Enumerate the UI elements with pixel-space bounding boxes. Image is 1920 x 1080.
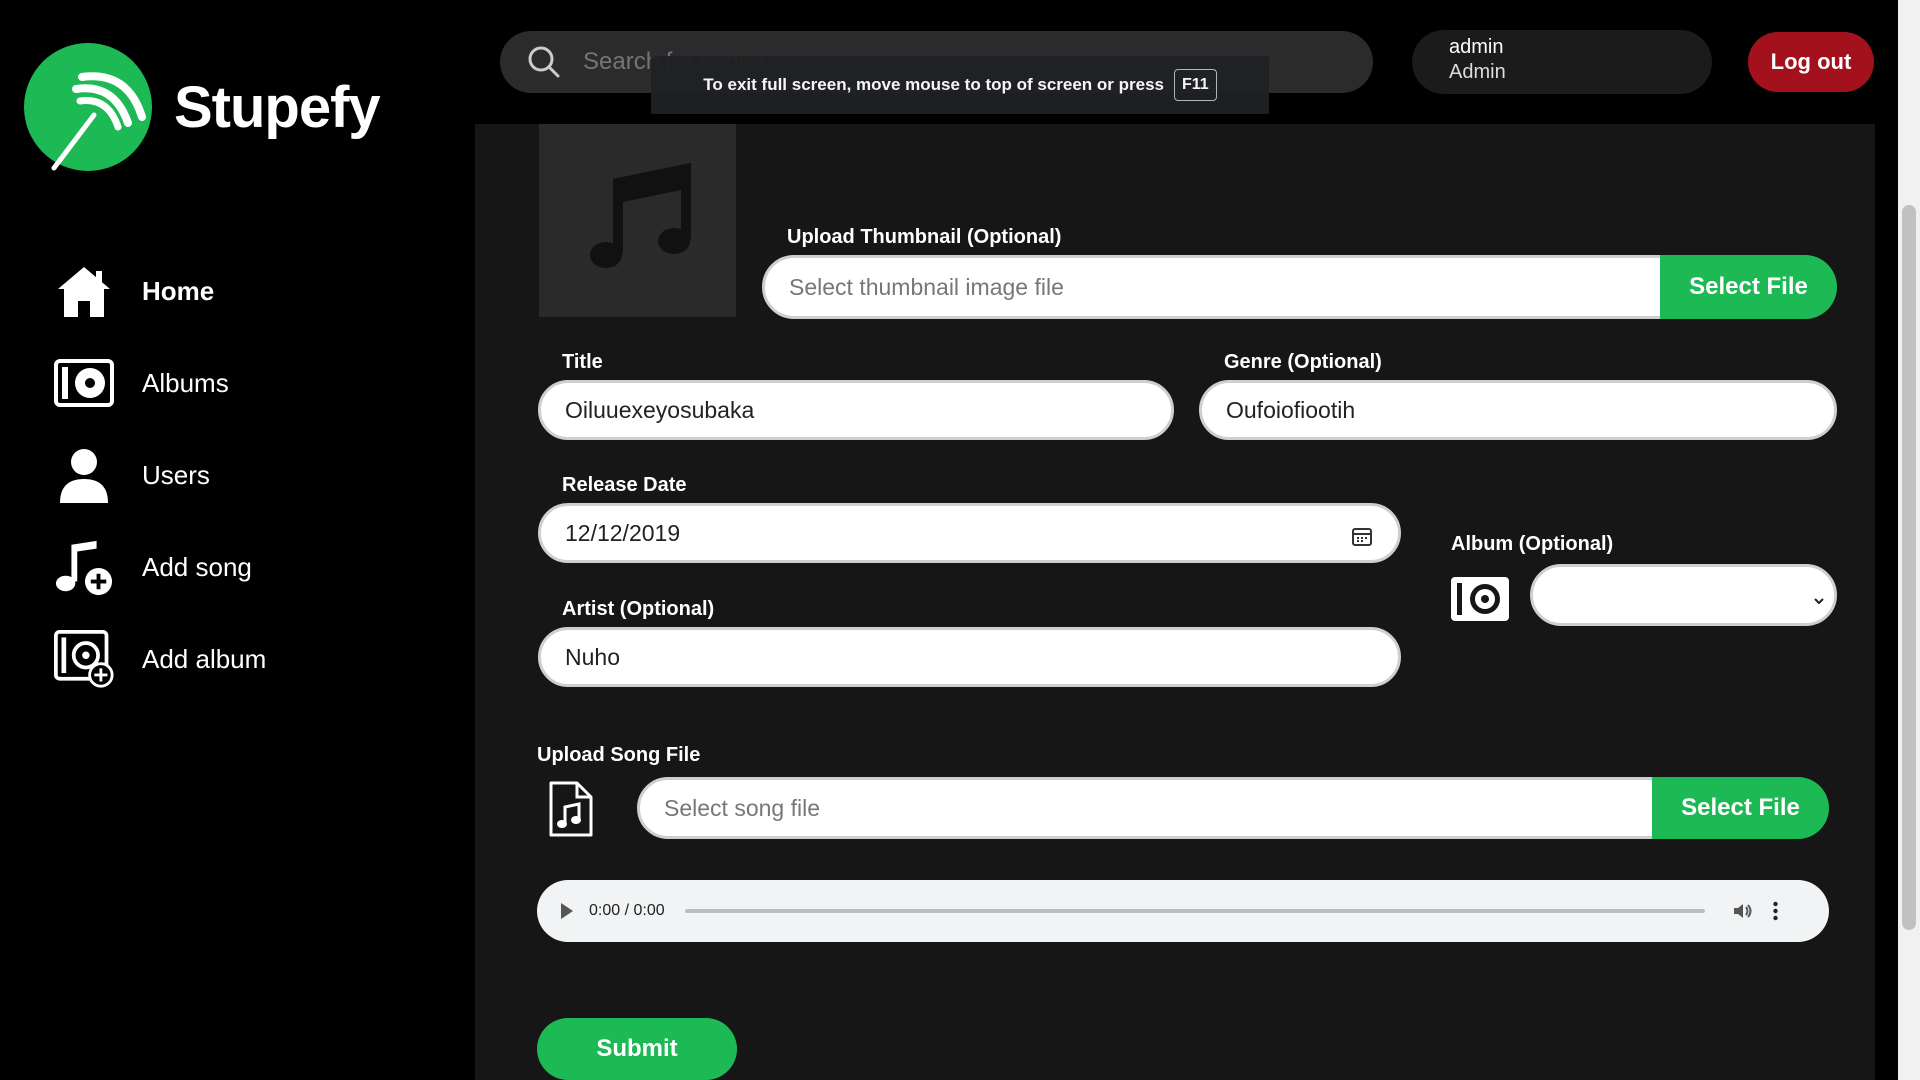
album-icon — [54, 353, 114, 413]
song-file-label: Upload Song File — [537, 744, 701, 766]
logo-icon — [24, 43, 152, 171]
home-icon — [54, 261, 114, 321]
title-input[interactable]: Oiluuexeyosubaka — [538, 380, 1174, 440]
audio-progress-bar[interactable] — [684, 909, 1705, 913]
album-select[interactable] — [1530, 564, 1837, 626]
username: admin — [1449, 36, 1504, 58]
logout-button[interactable]: Log out — [1748, 32, 1874, 92]
scrollbar-thumb[interactable] — [1902, 205, 1916, 930]
sidebar-nav: Home Albums Users Add song Add album — [54, 245, 266, 705]
sidebar-item-label: Add album — [142, 643, 267, 674]
more-options-icon[interactable] — [1772, 901, 1778, 921]
thumbnail-placeholder: Select thumbnail image file — [789, 273, 1064, 300]
sidebar-item-albums[interactable]: Albums — [54, 337, 266, 429]
submit-button[interactable]: Submit — [537, 1018, 737, 1080]
thumbnail-label: Upload Thumbnail (Optional) — [787, 226, 1062, 248]
sidebar-item-label: Home — [142, 275, 215, 306]
sidebar-item-users[interactable]: Users — [54, 429, 266, 521]
thumbnail-preview — [539, 124, 736, 317]
search-icon — [527, 45, 561, 79]
user-menu[interactable]: admin Admin — [1412, 30, 1712, 94]
sidebar-item-label: Users — [142, 459, 210, 490]
add-album-icon — [54, 629, 114, 689]
album-icon — [1449, 575, 1511, 628]
album-label: Album (Optional) — [1451, 533, 1614, 555]
release-date-input[interactable]: 12/12/2019 — [538, 503, 1401, 563]
sidebar-item-add-album[interactable]: Add album — [54, 613, 266, 705]
genre-input[interactable]: Oufoiofiootih — [1199, 380, 1837, 440]
fullscreen-notice-text: To exit full screen, move mouse to top o… — [703, 75, 1164, 94]
volume-icon[interactable] — [1733, 902, 1753, 920]
music-note-icon — [589, 162, 691, 268]
page-scrollbar[interactable] — [1898, 0, 1920, 1080]
thumbnail-file-input[interactable]: Select thumbnail image file — [762, 255, 1672, 319]
app-name: Stupefy — [174, 74, 381, 140]
song-file-input[interactable]: Select song file — [637, 777, 1655, 839]
release-date-value: 12/12/2019 — [565, 519, 681, 546]
audio-time: 0:00 / 0:00 — [589, 902, 665, 919]
sidebar-item-home[interactable]: Home — [54, 245, 266, 337]
select-thumbnail-button[interactable]: Select File — [1660, 255, 1837, 319]
artist-input[interactable]: Nuho — [538, 627, 1401, 687]
sidebar: Stupefy Home Albums Users Add song Add a… — [0, 0, 475, 1080]
user-icon — [54, 445, 114, 505]
calendar-icon[interactable] — [1352, 525, 1372, 552]
sidebar-item-label: Albums — [142, 367, 229, 398]
artist-label: Artist (Optional) — [562, 598, 715, 620]
title-value: Oiluuexeyosubaka — [565, 396, 755, 423]
song-file-placeholder: Select song file — [664, 794, 820, 821]
app-logo[interactable]: Stupefy — [24, 43, 381, 171]
genre-value: Oufoiofiootih — [1226, 396, 1356, 423]
sidebar-item-label: Add song — [142, 551, 252, 582]
audio-file-icon — [547, 781, 593, 842]
play-icon[interactable] — [561, 903, 573, 919]
release-date-label: Release Date — [562, 474, 687, 496]
select-song-file-button[interactable]: Select File — [1652, 777, 1829, 839]
fullscreen-key-badge: F11 — [1174, 69, 1217, 101]
user-role: Admin — [1449, 61, 1506, 83]
add-song-icon — [54, 537, 114, 597]
artist-value: Nuho — [565, 643, 620, 670]
chevron-down-icon — [1812, 587, 1826, 614]
audio-player: 0:00 / 0:00 — [537, 880, 1829, 942]
title-label: Title — [562, 351, 603, 373]
fullscreen-notice: To exit full screen, move mouse to top o… — [651, 56, 1269, 114]
add-song-form: Upload Thumbnail (Optional) Select thumb… — [475, 124, 1875, 1080]
genre-label: Genre (Optional) — [1224, 351, 1382, 373]
sidebar-item-add-song[interactable]: Add song — [54, 521, 266, 613]
